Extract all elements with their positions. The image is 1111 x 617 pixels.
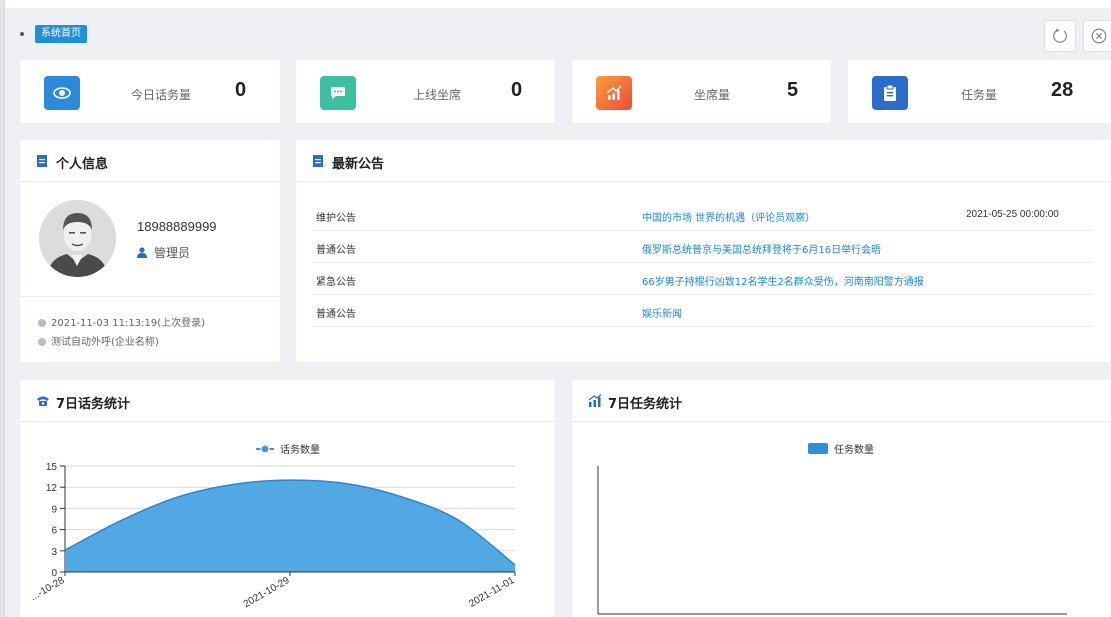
panel-title: 7日话务统计: [56, 397, 131, 412]
chart-up-icon: [588, 394, 602, 407]
close-circle-icon: [1091, 28, 1107, 44]
phone-icon: [37, 396, 49, 406]
user-icon: [137, 247, 147, 258]
chat-icon: [320, 76, 356, 110]
panel-header: 个人信息: [20, 140, 280, 182]
stat-card-seats: 坐席量 5: [572, 60, 831, 123]
stat-value: 28: [1051, 79, 1074, 101]
tasks-chart-panel: 7日任务统计 任务数量: [572, 380, 1111, 617]
info-icon: [38, 338, 46, 346]
notice-link[interactable]: 中国的市场 世界的机遇（评论员观察）: [642, 209, 815, 224]
y-tick-label: 9: [51, 504, 57, 515]
notices-panel: 最新公告 维护公告 中国的市场 世界的机遇（评论员观察） 2021-05-25 …: [296, 140, 1111, 362]
x-tick-label: ...-10-28: [29, 575, 67, 603]
role-label: 管理员: [154, 246, 191, 260]
user-role: 管理员: [137, 244, 190, 261]
chart-up-icon: [596, 76, 632, 110]
left-edge: [0, 0, 5, 617]
legend-swatch: [808, 443, 828, 454]
stat-label: 上线坐席: [413, 88, 462, 102]
notice-date: 2021-05-25 00:00:00: [966, 209, 1059, 220]
clipboard-icon: [313, 155, 323, 167]
notice-row[interactable]: 紧急公告 66岁男子持棍行凶致12名学生2名群众受伤，河南南阳警方通报: [312, 263, 1091, 295]
calls-area-chart: 话务数量03691215...-10-28 2021-10-29 2021-11-0…: [29, 443, 517, 610]
tasks-bar-chart: 任务数量: [597, 443, 1067, 615]
panel-title: 最新公告: [332, 157, 385, 172]
panel-title: 7日任务统计: [608, 397, 683, 412]
notice-row[interactable]: 普通公告 娱乐新闻: [312, 295, 1091, 327]
last-login-line: 2021-11-03 11:13:19(上次登录): [38, 314, 205, 329]
last-login: 2021-11-03 11:13:19(上次登录): [51, 318, 206, 329]
notice-type: 普通公告: [316, 245, 356, 256]
stat-card-tasks: 任务量 28: [848, 60, 1111, 123]
legend-label: 话务数量: [280, 443, 320, 456]
user-phone: 18988889999: [137, 219, 217, 234]
notice-type: 紧急公告: [316, 277, 356, 288]
clipboard-icon: [37, 155, 47, 167]
series-area: [65, 480, 515, 572]
refresh-icon: [1053, 28, 1067, 43]
avatar: [39, 200, 116, 277]
refresh-button[interactable]: [1044, 20, 1076, 52]
company-line: 测试自动外呼(企业名称): [38, 333, 159, 348]
notice-link[interactable]: 66岁男子持棍行凶致12名学生2名群众受伤，河南南阳警方通报: [642, 273, 924, 288]
clipboard-icon: [872, 76, 908, 110]
breadcrumb-dot: [20, 32, 24, 36]
panel-header: 最新公告: [296, 140, 1111, 182]
y-tick-label: 12: [46, 483, 58, 494]
y-tick-label: 6: [51, 526, 57, 537]
stat-value: 0: [235, 79, 247, 101]
stat-card-online-seats: 上线坐席 0: [296, 60, 555, 123]
notice-link[interactable]: 娱乐新闻: [642, 305, 682, 320]
eye-icon: [44, 76, 80, 110]
panel-header: 7日话务统计: [20, 380, 555, 422]
panel-header: 7日任务统计: [572, 380, 1111, 422]
top-strip: [0, 0, 1111, 8]
close-tabs-button[interactable]: [1083, 20, 1111, 52]
notice-type: 维护公告: [316, 213, 356, 224]
x-tick-label: 2021-11-01: [467, 575, 517, 610]
legend-marker: [260, 444, 270, 454]
stat-value: 0: [511, 79, 523, 101]
calls-chart-panel: 7日话务统计 话务数量 0 3 6 9 12 15 ...-10-28 2021-10-29 20…: [20, 380, 555, 617]
company-name: 测试自动外呼(企业名称): [51, 337, 159, 348]
stat-card-calls: 今日话务量 0: [20, 60, 280, 123]
legend-label: 任务数量: [834, 443, 874, 456]
stat-label: 今日话务量: [131, 88, 192, 102]
notice-link[interactable]: 俄罗斯总统普京与美国总统拜登将于6月16日举行会晤: [642, 241, 881, 256]
stat-label: 坐席量: [694, 88, 731, 102]
divider: [20, 296, 280, 297]
breadcrumb-home-tab[interactable]: 系统首页: [35, 25, 87, 43]
y-tick-label: 3: [51, 547, 57, 558]
panel-title: 个人信息: [56, 157, 109, 172]
notice-row[interactable]: 维护公告 中国的市场 世界的机遇（评论员观察） 2021-05-25 00:00…: [312, 199, 1091, 231]
notice-type: 普通公告: [316, 309, 356, 320]
y-tick-label: 15: [46, 462, 58, 473]
stat-label: 任务量: [961, 88, 998, 102]
notice-row[interactable]: 普通公告 俄罗斯总统普京与美国总统拜登将于6月16日举行会晤: [312, 231, 1091, 263]
x-tick-label: 2021-10-29: [242, 575, 292, 610]
clock-icon: [38, 319, 46, 327]
profile-panel: 个人信息 18988889999 管理员 2021-11-03 11:13:19…: [20, 140, 280, 362]
stat-value: 5: [787, 79, 799, 101]
